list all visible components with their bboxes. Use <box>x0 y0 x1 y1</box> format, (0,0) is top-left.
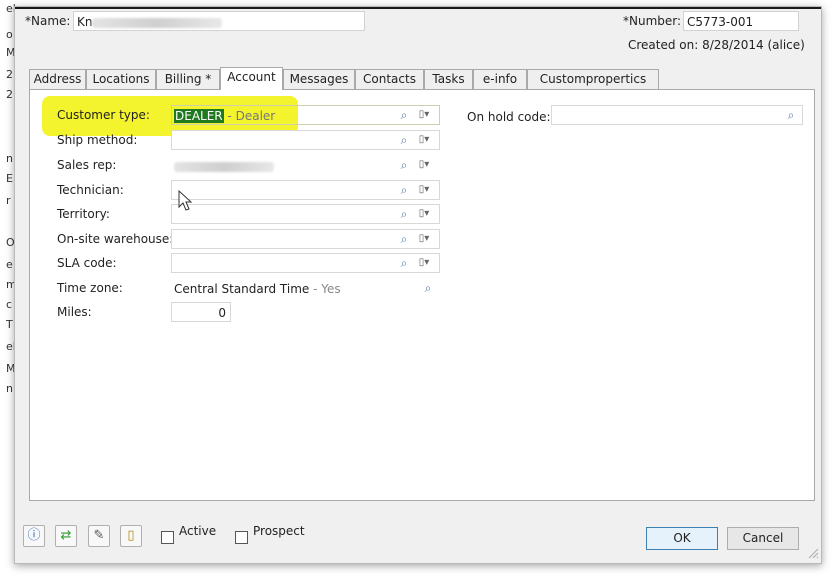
on-hold-code-field[interactable]: ⌕ <box>551 105 803 125</box>
name-field[interactable]: Kn <box>73 11 365 31</box>
sla-code-label: SLA code: <box>57 256 117 270</box>
miles-label: Miles: <box>57 305 92 319</box>
time-zone-desc: - Yes <box>309 282 341 296</box>
account-panel: Customer type: DEALER - Dealer ⌕ ▯▾ Ship… <box>29 89 815 501</box>
time-zone-label: Time zone: <box>57 281 123 295</box>
ok-button[interactable]: OK <box>646 527 718 550</box>
on-hold-code-label: On hold code: <box>467 110 551 124</box>
territory-field[interactable]: ⌕ ▯▾ <box>171 204 440 224</box>
customer-type-code: DEALER <box>174 109 224 123</box>
number-value: C5773-001 <box>687 15 754 29</box>
search-icon[interactable]: ⌕ <box>397 108 411 122</box>
transfer-icon[interactable]: ⇄ <box>55 525 77 547</box>
sales-rep-label: Sales rep: <box>57 158 117 172</box>
lookup-dropdown-icon[interactable]: ▯▾ <box>414 183 434 197</box>
redacted-sales-rep <box>174 161 274 172</box>
bg-fragment: 2 <box>6 88 13 101</box>
active-label: Active <box>179 524 217 538</box>
search-icon[interactable]: ⌕ <box>397 158 411 172</box>
info-icon[interactable]: ⓘ <box>23 525 45 547</box>
resize-grip-icon[interactable] <box>807 547 819 559</box>
prospect-checkbox[interactable] <box>235 531 248 544</box>
number-label: *Number: <box>623 14 682 28</box>
cancel-button[interactable]: Cancel <box>727 527 799 550</box>
attachment-icon[interactable]: ✎ <box>88 525 110 547</box>
notes-icon[interactable]: ▯ <box>120 525 142 547</box>
tab-locations[interactable]: Locations <box>86 69 156 89</box>
tab-billing[interactable]: Billing * <box>156 69 220 89</box>
tab-messages[interactable]: Messages <box>283 69 355 89</box>
mouse-pointer-icon <box>178 190 193 211</box>
lookup-dropdown-icon[interactable]: ▯▾ <box>414 232 434 246</box>
name-label: *Name: <box>25 14 71 28</box>
onsite-warehouse-field[interactable]: ⌕ ▯▾ <box>171 229 440 249</box>
technician-field[interactable]: ⌕ ▯▾ <box>171 180 440 200</box>
tab-customproperties[interactable]: Custompropertics <box>527 69 659 89</box>
search-icon[interactable]: ⌕ <box>397 183 411 197</box>
territory-label: Territory: <box>57 207 110 221</box>
number-field[interactable]: C5773-001 <box>683 11 799 31</box>
customer-type-desc: - Dealer <box>223 109 276 123</box>
lookup-dropdown-icon[interactable]: ▯▾ <box>414 256 434 270</box>
active-checkbox[interactable] <box>161 531 174 544</box>
search-icon[interactable]: ⌕ <box>421 281 435 295</box>
lookup-dropdown-icon[interactable]: ▯▾ <box>414 207 434 221</box>
window-top-border <box>15 7 821 9</box>
lookup-dropdown-icon[interactable]: ▯▾ <box>414 158 434 172</box>
technician-label: Technician: <box>57 183 124 197</box>
bg-fragment: e <box>6 258 13 271</box>
customer-dialog: *Name: Kn *Number: C5773-001 Created on:… <box>14 6 822 564</box>
search-icon[interactable]: ⌕ <box>397 256 411 270</box>
search-icon[interactable]: ⌕ <box>397 133 411 147</box>
bg-fragment: E <box>6 172 13 185</box>
redacted-name <box>92 17 223 28</box>
sales-rep-field[interactable]: ⌕ ▯▾ <box>171 155 440 175</box>
ship-method-label: Ship method: <box>57 133 138 147</box>
bg-fragment: c <box>6 298 13 311</box>
tab-account[interactable]: Account <box>220 67 283 90</box>
miles-field[interactable]: 0 <box>171 302 231 322</box>
prospect-label: Prospect <box>253 524 305 538</box>
search-icon[interactable]: ⌕ <box>784 108 798 122</box>
bg-fragment: n <box>6 152 13 165</box>
search-icon[interactable]: ⌕ <box>397 207 411 221</box>
bg-fragment: r <box>6 194 11 207</box>
lookup-dropdown-icon[interactable]: ▯▾ <box>414 133 434 147</box>
tab-tasks[interactable]: Tasks <box>424 69 473 89</box>
customer-type-field[interactable]: DEALER - Dealer ⌕ ▯▾ <box>171 105 440 125</box>
tab-e-info[interactable]: e-info <box>473 69 527 89</box>
time-zone-value: Central Standard Time <box>174 282 310 296</box>
tab-address[interactable]: Address <box>29 69 86 89</box>
bg-fragment: n <box>6 382 13 395</box>
sla-code-field[interactable]: ⌕ ▯▾ <box>171 253 440 273</box>
tab-contacts[interactable]: Contacts <box>355 69 424 89</box>
time-zone-field[interactable]: Central Standard Time - Yes ⌕ <box>171 278 440 298</box>
bg-fragment: T <box>6 318 13 331</box>
onsite-warehouse-label: On-site warehouse: <box>57 232 174 246</box>
customer-type-label: Customer type: <box>57 108 150 122</box>
search-icon[interactable]: ⌕ <box>397 232 411 246</box>
created-on-text: Created on: 8/28/2014 (alice) <box>628 38 805 52</box>
lookup-dropdown-icon[interactable]: ▯▾ <box>414 108 434 122</box>
miles-value: 0 <box>218 306 226 320</box>
bg-fragment: 2 <box>6 68 13 81</box>
name-value: Kn <box>77 15 93 29</box>
ship-method-field[interactable]: ⌕ ▯▾ <box>171 130 440 150</box>
bg-fragment: o <box>6 28 13 41</box>
